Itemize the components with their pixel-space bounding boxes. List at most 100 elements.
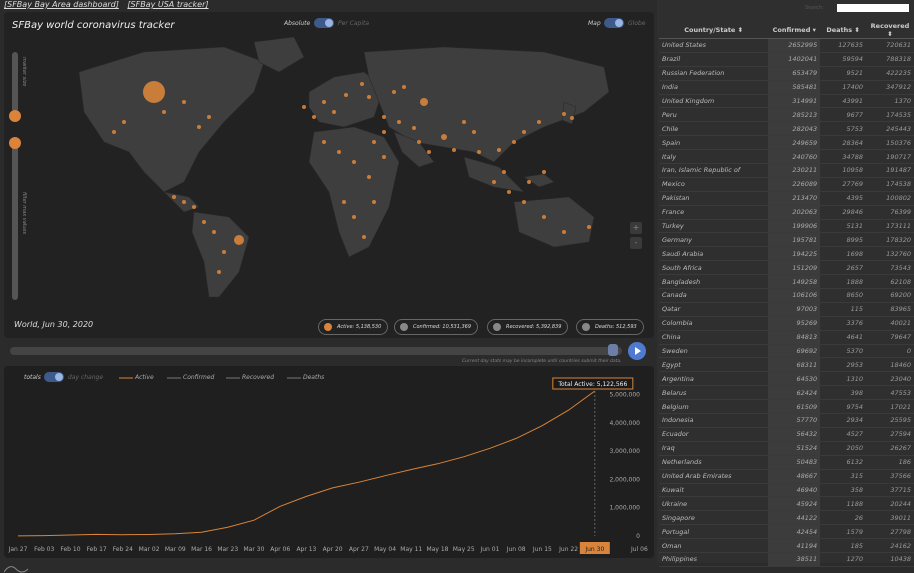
country-marker[interactable]: [360, 82, 364, 86]
table-row[interactable]: Germany 195781 8995 178320: [659, 232, 914, 248]
country-marker[interactable]: [217, 270, 221, 274]
country-marker[interactable]: [344, 93, 348, 97]
table-row[interactable]: Chile 282043 5753 245443: [659, 121, 914, 137]
zoom-in-button[interactable]: +: [630, 222, 642, 234]
pill-active[interactable]: Active: 5,138,530: [318, 319, 389, 335]
country-marker[interactable]: [143, 81, 165, 103]
country-marker[interactable]: [322, 140, 326, 144]
table-row[interactable]: Kuwait 46940 358 37715: [659, 483, 914, 498]
table-row[interactable]: Portugal 42454 1579 27798: [659, 524, 914, 540]
absolute-percapita-toggle[interactable]: [314, 18, 334, 28]
table-row[interactable]: Russian Federation 653479 9521 422235: [659, 66, 914, 81]
country-marker[interactable]: [562, 230, 566, 234]
country-marker[interactable]: [441, 134, 447, 140]
table-row[interactable]: Bangladesh 149258 1888 62108: [659, 274, 914, 290]
country-marker[interactable]: [367, 95, 371, 99]
country-marker[interactable]: [367, 175, 371, 179]
country-marker[interactable]: [412, 126, 416, 130]
country-marker[interactable]: [542, 215, 546, 219]
country-marker[interactable]: [542, 170, 546, 174]
table-row[interactable]: Qatar 97003 115 83965: [659, 302, 914, 317]
table-row[interactable]: United Arab Emirates 48667 315 37566: [659, 469, 914, 484]
country-marker[interactable]: [362, 235, 366, 239]
map-globe-toggle[interactable]: [604, 18, 624, 28]
country-marker[interactable]: [372, 140, 376, 144]
table-row[interactable]: Spain 249659 28364 150376: [659, 135, 914, 151]
country-marker[interactable]: [492, 180, 496, 184]
table-row[interactable]: Mexico 226089 27769 174538: [659, 177, 914, 192]
filter-max-slider[interactable]: [12, 140, 18, 300]
table-row[interactable]: Canada 106106 8650 69200: [659, 288, 914, 303]
country-marker[interactable]: [352, 215, 356, 219]
country-marker[interactable]: [570, 116, 574, 120]
country-marker[interactable]: [207, 115, 211, 119]
table-row[interactable]: Italy 240760 34788 190717: [659, 149, 914, 165]
country-marker[interactable]: [222, 250, 226, 254]
search-input[interactable]: [837, 4, 909, 12]
header-recovered[interactable]: Recovered ⬍: [866, 22, 914, 39]
country-marker[interactable]: [312, 115, 316, 119]
country-marker[interactable]: [234, 235, 244, 245]
country-marker[interactable]: [527, 180, 531, 184]
country-marker[interactable]: [122, 120, 126, 124]
country-marker[interactable]: [402, 85, 406, 89]
pill-confirmed[interactable]: Confirmed: 10,531,369: [394, 319, 479, 335]
country-marker[interactable]: [352, 160, 356, 164]
country-marker[interactable]: [522, 200, 526, 204]
table-row[interactable]: Ukraine 45924 1188 20244: [659, 496, 914, 512]
table-row[interactable]: Peru 285213 9677 174535: [659, 107, 914, 123]
header-country[interactable]: Country/State ⬍: [659, 22, 769, 39]
country-marker[interactable]: [372, 200, 376, 204]
table-row[interactable]: Oman 41194 185 24162: [659, 538, 914, 553]
country-marker[interactable]: [462, 120, 466, 124]
country-marker[interactable]: [537, 120, 541, 124]
pill-recovered[interactable]: Recovered: 5,392,839: [487, 319, 569, 335]
table-row[interactable]: Saudi Arabia 194225 1698 132760: [659, 246, 914, 262]
table-row[interactable]: Colombia 95269 3376 40021: [659, 316, 914, 331]
country-marker[interactable]: [302, 105, 306, 109]
table-row[interactable]: France 202063 29846 76399: [659, 205, 914, 220]
play-button[interactable]: [628, 342, 646, 360]
zoom-out-button[interactable]: -: [630, 237, 642, 249]
filter-max-handle[interactable]: [9, 137, 21, 149]
active-cases-chart[interactable]: 0 1,000,000 2,000,000 3,000,000 4,000,000 5,0…: [4, 366, 654, 558]
table-row[interactable]: Iraq 51524 2050 26267: [659, 441, 914, 456]
country-marker[interactable]: [322, 100, 326, 104]
country-marker[interactable]: [507, 190, 511, 194]
country-marker[interactable]: [342, 200, 346, 204]
timeline-handle[interactable]: [608, 344, 618, 356]
country-marker[interactable]: [452, 148, 456, 152]
active-series-line[interactable]: [17, 390, 596, 537]
table-row[interactable]: Singapore 44122 26 39011: [659, 510, 914, 526]
table-row[interactable]: Indonesia 57770 2934 25595: [659, 413, 914, 428]
country-marker[interactable]: [392, 90, 396, 94]
country-marker[interactable]: [197, 125, 201, 129]
table-row[interactable]: Belgium 61509 9754 17021: [659, 399, 914, 415]
country-marker[interactable]: [112, 130, 116, 134]
country-marker[interactable]: [162, 110, 166, 114]
table-row[interactable]: Turkey 199906 5131 173111: [659, 219, 914, 234]
country-marker[interactable]: [332, 110, 336, 114]
country-marker[interactable]: [182, 200, 186, 204]
country-marker[interactable]: [522, 130, 526, 134]
country-marker[interactable]: [417, 140, 421, 144]
country-marker[interactable]: [202, 220, 206, 224]
table-row[interactable]: Egypt 68311 2953 18460: [659, 357, 914, 373]
table-row[interactable]: India 585481 17400 347912: [659, 80, 914, 95]
country-marker[interactable]: [477, 150, 481, 154]
country-marker[interactable]: [382, 130, 386, 134]
table-row[interactable]: Ecuador 56432 4527 27594: [659, 427, 914, 442]
country-marker[interactable]: [212, 230, 216, 234]
table-row[interactable]: Brazil 1402041 59594 788318: [659, 52, 914, 67]
table-row[interactable]: Belarus 62424 398 47553: [659, 385, 914, 401]
country-marker[interactable]: [182, 100, 186, 104]
usa-tracker-link[interactable]: [SFBay USA tracker]: [127, 0, 208, 9]
country-marker[interactable]: [472, 130, 476, 134]
country-marker[interactable]: [502, 170, 506, 174]
world-map[interactable]: [24, 32, 624, 302]
bay-area-dashboard-link[interactable]: [SFBay Bay Area dashboard]: [4, 0, 119, 9]
table-row[interactable]: United Kingdom 314991 43991 1370: [659, 94, 914, 109]
table-row[interactable]: South Africa 151209 2657 73543: [659, 260, 914, 276]
pill-deaths[interactable]: Deaths: 512,593: [576, 319, 644, 335]
country-marker[interactable]: [512, 140, 516, 144]
